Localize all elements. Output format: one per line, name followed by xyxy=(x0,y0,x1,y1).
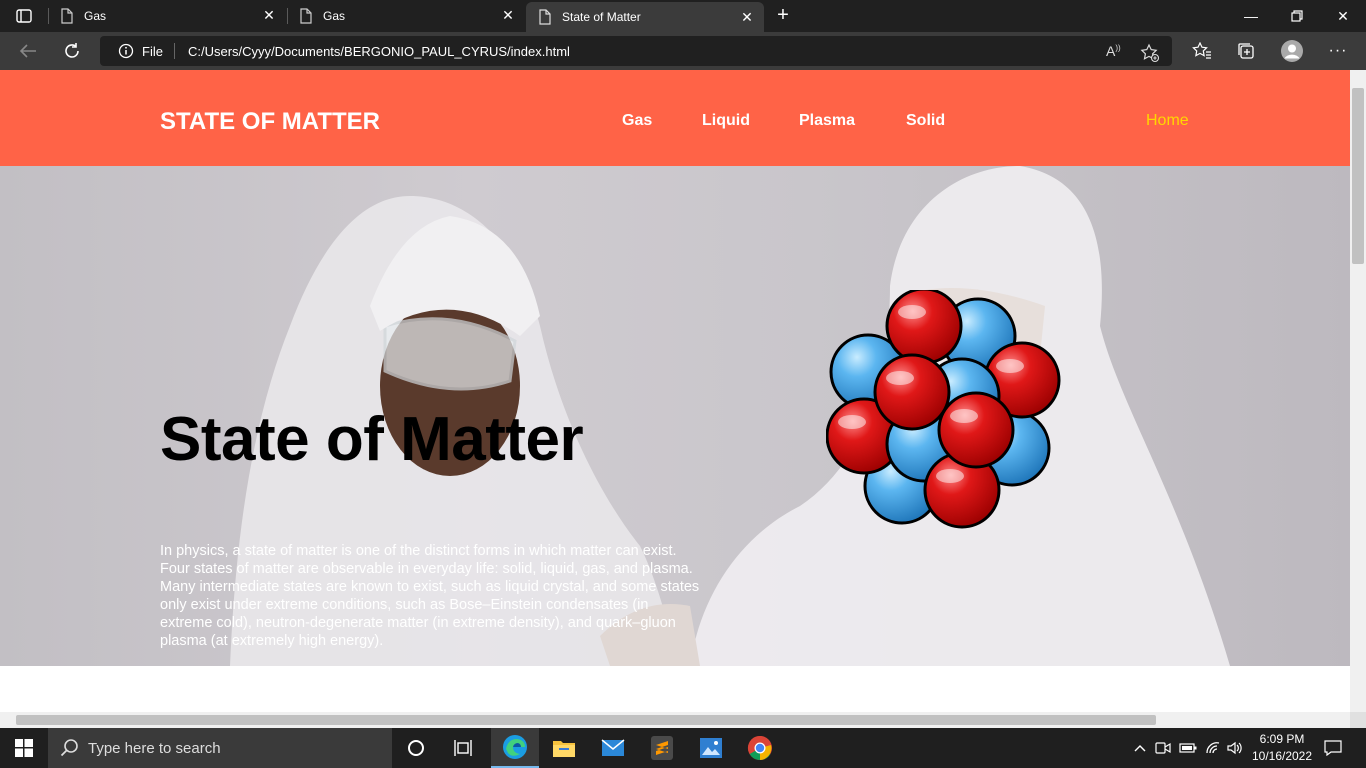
document-icon xyxy=(539,9,551,25)
refresh-icon[interactable] xyxy=(58,37,86,65)
info-icon[interactable] xyxy=(118,43,134,59)
meet-now-icon[interactable] xyxy=(1152,728,1174,768)
add-favorite-icon[interactable] xyxy=(1140,43,1160,63)
document-icon xyxy=(300,8,312,24)
show-hidden-icons-icon[interactable] xyxy=(1130,728,1150,768)
wifi-icon[interactable] xyxy=(1202,728,1224,768)
restore-icon[interactable] xyxy=(1274,0,1320,32)
photos-icon[interactable] xyxy=(687,728,735,768)
volume-icon[interactable] xyxy=(1224,728,1246,768)
address-bar[interactable]: File C:/Users/Cyyy/Documents/BERGONIO_PA… xyxy=(100,36,1172,66)
taskbar: Type here to search 6:09 PM 10/16/2022 xyxy=(0,728,1366,768)
atom-nucleus-icon xyxy=(826,290,1061,529)
horizontal-scrollbar-thumb[interactable] xyxy=(16,715,1156,725)
close-tab-icon[interactable]: ✕ xyxy=(501,8,515,22)
close-tab-icon[interactable]: ✕ xyxy=(262,8,276,22)
url-text[interactable]: C:/Users/Cyyy/Documents/BERGONIO_PAUL_CY… xyxy=(188,44,570,59)
tab-title: Gas xyxy=(84,9,107,23)
sublime-text-icon[interactable] xyxy=(638,728,686,768)
tab-bar: Gas ✕ Gas ✕ State of Matter ✕ + — ✕ xyxy=(0,0,1366,32)
hero-title: State of Matter xyxy=(160,405,584,474)
notifications-icon[interactable] xyxy=(1318,728,1348,768)
site-brand[interactable]: STATE OF MATTER xyxy=(160,108,380,136)
collections-icon[interactable] xyxy=(1232,37,1260,65)
search-placeholder: Type here to search xyxy=(88,740,221,757)
edge-taskbar-icon[interactable] xyxy=(491,728,539,768)
page-viewport: STATE OF MATTER Gas Liquid Plasma Solid … xyxy=(0,70,1350,712)
close-window-icon[interactable]: ✕ xyxy=(1320,0,1366,32)
chrome-icon[interactable] xyxy=(736,728,784,768)
nav-link-solid[interactable]: Solid xyxy=(906,112,945,130)
clock-time: 6:09 PM xyxy=(1259,732,1305,746)
hero-section: State of Matter In physics, a state of m… xyxy=(0,166,1350,666)
scrollbar-corner xyxy=(1350,712,1366,728)
tab-title: Gas xyxy=(323,9,346,23)
new-tab-icon[interactable]: + xyxy=(772,5,794,27)
close-tab-icon[interactable]: ✕ xyxy=(740,10,754,24)
read-aloud-icon[interactable]: A)) xyxy=(1106,43,1126,63)
mail-icon[interactable] xyxy=(589,728,637,768)
battery-icon[interactable] xyxy=(1176,728,1200,768)
task-view-icon[interactable] xyxy=(440,728,488,768)
nav-link-liquid[interactable]: Liquid xyxy=(702,112,750,130)
tab-gas-2[interactable]: Gas ✕ xyxy=(287,0,525,32)
nav-link-plasma[interactable]: Plasma xyxy=(799,112,855,130)
taskbar-search-box[interactable]: Type here to search xyxy=(48,728,392,768)
windows-start-icon[interactable] xyxy=(0,728,48,768)
scheme-label: File xyxy=(142,44,163,59)
profile-avatar-icon[interactable] xyxy=(1278,37,1306,65)
document-icon xyxy=(61,8,73,24)
cortana-icon[interactable] xyxy=(392,728,440,768)
nav-link-gas[interactable]: Gas xyxy=(622,112,652,130)
favorites-icon[interactable] xyxy=(1188,37,1216,65)
back-icon[interactable] xyxy=(14,37,42,65)
search-icon xyxy=(60,739,78,757)
nav-link-home[interactable]: Home xyxy=(1146,112,1189,130)
toolbar: File C:/Users/Cyyy/Documents/BERGONIO_PA… xyxy=(0,32,1366,70)
vertical-scrollbar-thumb[interactable] xyxy=(1352,88,1364,264)
tab-actions-icon[interactable] xyxy=(10,6,38,26)
tab-state-of-matter[interactable]: State of Matter ✕ xyxy=(526,2,764,32)
more-menu-icon[interactable]: ··· xyxy=(1324,37,1352,65)
tab-gas-1[interactable]: Gas ✕ xyxy=(48,0,286,32)
site-header: STATE OF MATTER Gas Liquid Plasma Solid … xyxy=(0,70,1350,166)
minimize-icon[interactable]: — xyxy=(1228,0,1274,32)
file-explorer-icon[interactable] xyxy=(540,728,588,768)
tab-title: State of Matter xyxy=(562,10,641,24)
taskbar-clock[interactable]: 6:09 PM 10/16/2022 xyxy=(1246,731,1318,765)
clock-date: 10/16/2022 xyxy=(1251,749,1313,763)
hero-description: In physics, a state of matter is one of … xyxy=(160,543,700,649)
